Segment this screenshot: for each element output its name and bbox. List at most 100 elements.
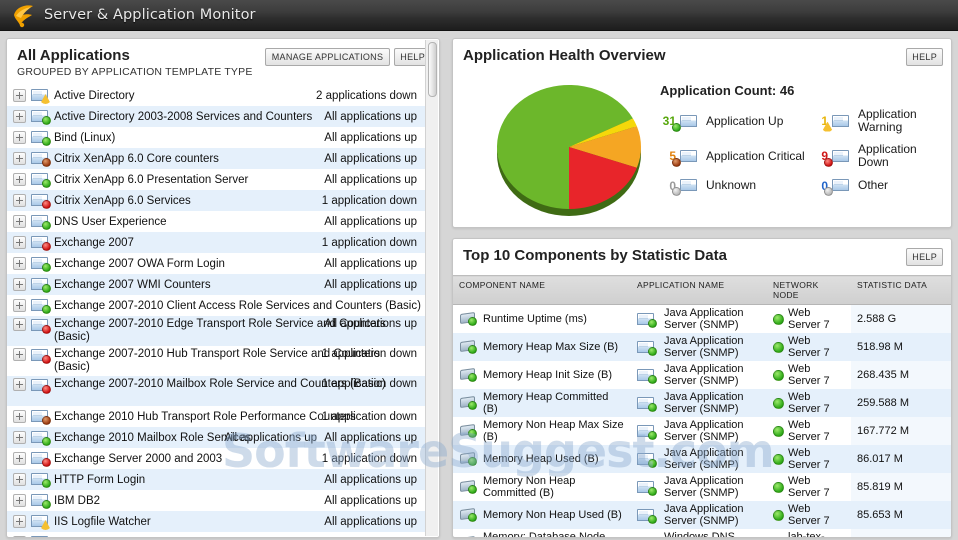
application-status-icon — [31, 378, 51, 394]
expand-toggle[interactable] — [13, 215, 26, 228]
node-status-icon — [773, 397, 784, 409]
table-row[interactable]: Memory Heap Used (B) Java Application Ser… — [453, 445, 951, 473]
expand-toggle[interactable] — [13, 236, 26, 249]
application-row[interactable]: Internet Information Service (IIS) Servi… — [7, 532, 425, 537]
application-row[interactable]: Exchange 2007-2010 Hub Transport Role Se… — [7, 346, 425, 376]
cell-statistic: 259.588 M — [851, 389, 951, 417]
cell-statistic: 167.772 M — [851, 417, 951, 445]
table-row[interactable]: Memory Non Heap Max Size (B) Java Applica… — [453, 417, 951, 445]
legend-status-icon — [672, 114, 699, 132]
application-row[interactable]: IBM DB2 All applications up — [7, 490, 425, 511]
expand-toggle[interactable] — [13, 515, 26, 528]
application-row[interactable]: Exchange 2007-2010 Client Access Role Se… — [7, 295, 425, 316]
application-window: Server & Application Monitor All Applica… — [0, 0, 958, 540]
column-header[interactable]: COMPONENT NAME — [453, 275, 631, 305]
application-list-scrollbar[interactable] — [425, 40, 438, 536]
application-row[interactable]: IIS Logfile Watcher All applications up — [7, 511, 425, 532]
application-row[interactable]: HTTP Form Login All applications up — [7, 469, 425, 490]
application-row[interactable]: Exchange Server 2000 and 2003 1 applicati… — [7, 448, 425, 469]
table-row[interactable]: Memory Heap Max Size (B) Java Application… — [453, 333, 951, 361]
application-icon — [637, 424, 657, 440]
cell-application: Java Application Server (SNMP) — [631, 473, 767, 501]
cell-component: Memory Non Heap Committed (B) — [453, 473, 631, 501]
application-row[interactable]: Active Directory 2003-2008 Services and … — [7, 106, 425, 127]
expand-toggle[interactable] — [13, 378, 26, 391]
expand-toggle[interactable] — [13, 431, 26, 444]
expand-toggle[interactable] — [13, 257, 26, 270]
expand-toggle[interactable] — [13, 131, 26, 144]
health-pie-chart — [481, 81, 661, 221]
component-icon — [459, 423, 479, 439]
table-row[interactable]: Memory Heap Committed (B) Java Applicatio… — [453, 389, 951, 417]
application-status-icon — [31, 430, 51, 446]
manage-applications-button[interactable]: MANAGE APPLICATIONS — [264, 48, 391, 66]
help-button-top10[interactable]: HELP — [906, 248, 943, 266]
expand-toggle[interactable] — [13, 473, 26, 486]
expand-toggle[interactable] — [13, 194, 26, 207]
application-status-text: 2 applications down — [315, 89, 417, 102]
application-row[interactable]: Exchange 2007 OWA Form Login All applicat… — [7, 253, 425, 274]
application-status-icon — [31, 298, 51, 314]
application-row[interactable]: Exchange 2007-2010 Edge Transport Role S… — [7, 316, 425, 346]
application-row[interactable]: Exchange 2007-2010 Mailbox Role Service … — [7, 376, 425, 406]
expand-toggle[interactable] — [13, 348, 26, 361]
expand-toggle[interactable] — [13, 452, 26, 465]
table-row[interactable]: Memory Heap Init Size (B) Java Applicatio… — [453, 361, 951, 389]
application-row[interactable]: Bind (Linux) All applications up — [7, 127, 425, 148]
cell-application: Java Application Server (SNMP) — [631, 445, 767, 473]
application-status-text: All applications up — [324, 473, 417, 486]
application-status-text: 1 application down — [321, 452, 417, 465]
expand-toggle[interactable] — [13, 89, 26, 102]
expand-toggle[interactable] — [13, 536, 26, 537]
application-status-text: 1 application down — [321, 348, 417, 360]
table-row[interactable]: Memory Non Heap Used (B) Java Application… — [453, 501, 951, 529]
cell-node: lab-tex-dns-02 — [767, 529, 851, 537]
application-status-icon — [31, 409, 51, 425]
application-row[interactable]: Active Directory 2 applications down — [7, 85, 425, 106]
table-row[interactable]: Memory Non Heap Committed (B) Java Applic… — [453, 473, 951, 501]
application-status-text: All applications up — [324, 537, 417, 538]
panel-actions: MANAGE APPLICATIONS HELP — [264, 48, 431, 66]
expand-toggle[interactable] — [13, 299, 26, 312]
application-row[interactable]: Exchange 2010 Mailbox Role Services All a… — [7, 427, 425, 448]
expand-toggle[interactable] — [13, 278, 26, 291]
application-status-icon — [31, 451, 51, 467]
application-row[interactable]: Citrix XenApp 6.0 Presentation Server All… — [7, 169, 425, 190]
expand-toggle[interactable] — [13, 410, 26, 423]
application-status-icon — [31, 256, 51, 272]
all-applications-panel: All Applications GROUPED BY APPLICATION … — [6, 38, 440, 538]
legend-label: Application Warning — [858, 107, 917, 134]
cell-statistic: 268.435 M — [851, 361, 951, 389]
expand-toggle[interactable] — [13, 494, 26, 507]
column-header[interactable]: STATISTIC DATA — [851, 275, 951, 305]
application-status-text: All applications up — [324, 318, 417, 330]
column-header[interactable]: NETWORK NODE — [767, 275, 851, 305]
expand-toggle[interactable] — [13, 152, 26, 165]
application-icon — [637, 480, 657, 496]
table-body: Runtime Uptime (ms) Java Application Serv… — [453, 304, 951, 537]
cell-statistic: 85.819 M — [851, 473, 951, 501]
table-row[interactable]: Runtime Uptime (ms) Java Application Serv… — [453, 304, 951, 333]
application-row[interactable]: Exchange 2010 Hub Transport Role Perform… — [7, 406, 425, 427]
legend-label: Application Critical — [706, 148, 805, 163]
application-row[interactable]: Citrix XenApp 6.0 Core counters All appli… — [7, 148, 425, 169]
help-button-health[interactable]: HELP — [906, 48, 943, 66]
application-status-icon — [31, 193, 51, 209]
application-status-text: All applications up — [324, 152, 417, 165]
scrollbar-thumb[interactable] — [428, 42, 437, 97]
application-row[interactable]: Citrix XenApp 6.0 Services 1 application … — [7, 190, 425, 211]
expand-toggle[interactable] — [13, 110, 26, 123]
column-header[interactable]: APPLICATION NAME — [631, 275, 767, 305]
table-row[interactable]: Memory: Database Node MemoryWindows DNS … — [453, 529, 951, 537]
expand-toggle[interactable] — [13, 173, 26, 186]
health-panel-title: Application Health Overview — [463, 47, 666, 64]
cell-component: Memory Heap Committed (B) — [453, 389, 631, 417]
expand-toggle[interactable] — [13, 318, 26, 331]
application-row[interactable]: DNS User Experience All applications up — [7, 211, 425, 232]
application-list[interactable]: Active Directory 2 applications down Activ… — [7, 85, 425, 537]
application-row[interactable]: Exchange 2007 WMI Counters All applicatio… — [7, 274, 425, 295]
application-row[interactable]: Exchange 2007 1 application down — [7, 232, 425, 253]
application-status-icon — [31, 151, 51, 167]
top10-table: COMPONENT NAME APPLICATION NAME NETWORK NO… — [453, 275, 951, 537]
node-status-icon — [773, 313, 784, 325]
